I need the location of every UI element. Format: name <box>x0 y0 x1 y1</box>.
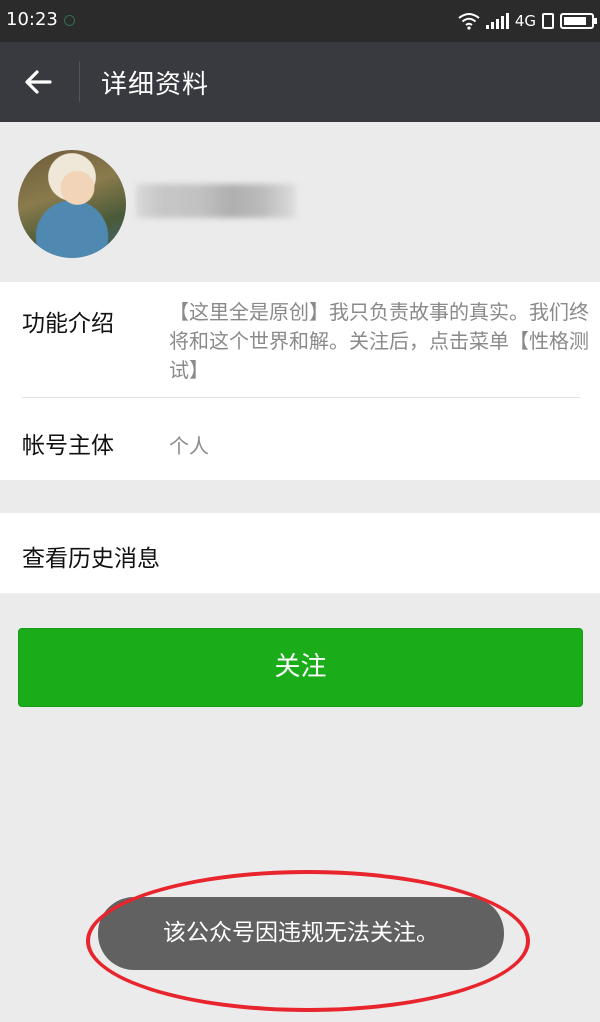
info-section: 功能介绍 【这里全是原创】我只负责故事的真实。我们终将和这个世界和解。关注后，点… <box>0 282 600 480</box>
status-bar: 10:23 4G <box>0 0 600 42</box>
sim-icon <box>542 13 554 29</box>
account-owner-label: 帐号主体 <box>22 433 114 459</box>
view-history-item[interactable]: 查看历史消息 <box>0 513 600 593</box>
network-type: 4G <box>514 12 536 30</box>
status-time: 10:23 <box>6 9 58 30</box>
battery-icon <box>560 13 597 29</box>
notification-dot-icon <box>64 15 75 26</box>
highlight-ellipse <box>86 870 530 1012</box>
divider <box>22 397 580 398</box>
divider <box>79 62 80 102</box>
app-bar: 详细资料 <box>0 42 600 122</box>
view-history-label: 查看历史消息 <box>22 546 160 572</box>
wifi-icon <box>458 13 480 30</box>
arrow-left-icon <box>25 70 52 94</box>
signal-icon <box>485 13 509 29</box>
avatar[interactable] <box>18 150 126 258</box>
page-title: 详细资料 <box>101 70 210 100</box>
account-owner-value: 个人 <box>169 434 209 458</box>
follow-button[interactable]: 关注 <box>18 628 583 707</box>
back-button[interactable] <box>18 62 58 102</box>
obscured-account-name <box>136 184 296 218</box>
intro-text: 【这里全是原创】我只负责故事的真实。我们终将和这个世界和解。关注后，点击菜单【性… <box>169 300 589 382</box>
profile-section <box>0 122 600 282</box>
status-icons: 4G <box>458 8 597 34</box>
intro-label: 功能介绍 <box>22 311 114 337</box>
